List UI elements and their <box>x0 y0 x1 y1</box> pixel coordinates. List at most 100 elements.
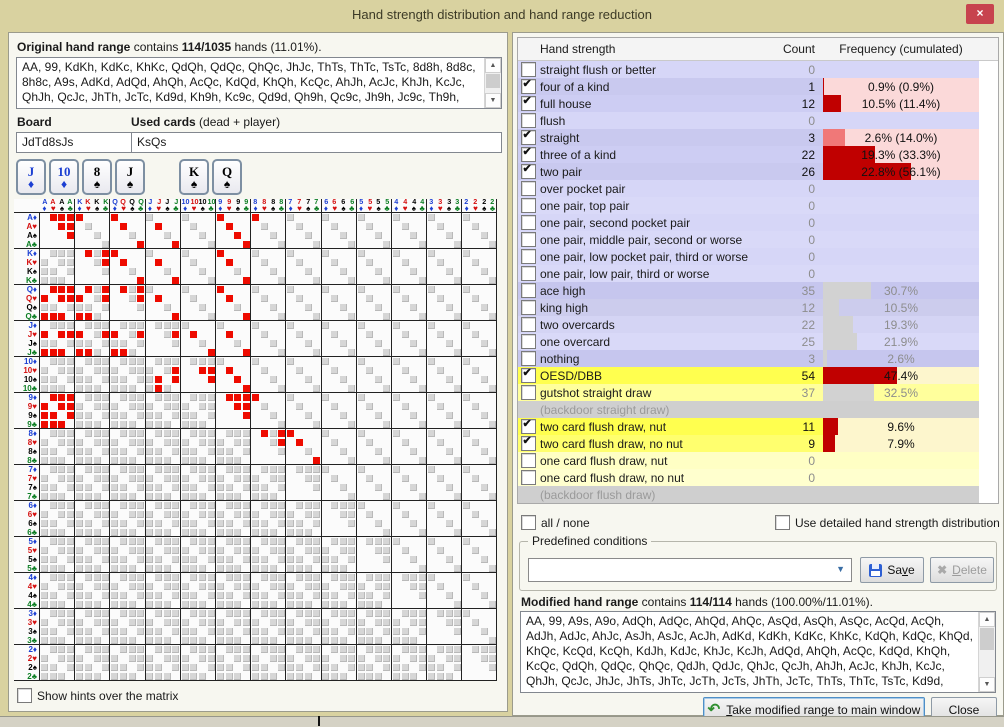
matrix-cell[interactable] <box>101 393 111 402</box>
matrix-cell[interactable] <box>269 618 278 627</box>
matrix-cell[interactable] <box>479 672 489 681</box>
matrix-cell[interactable] <box>234 483 243 492</box>
matrix-cell[interactable] <box>303 672 313 681</box>
matrix-cell[interactable] <box>427 645 436 654</box>
matrix-cell[interactable] <box>392 366 401 375</box>
matrix-cell[interactable] <box>93 231 102 240</box>
matrix-cell[interactable] <box>445 537 454 546</box>
matrix-cell[interactable] <box>418 303 428 312</box>
matrix-cell[interactable] <box>383 447 392 456</box>
matrix-cell[interactable] <box>40 420 49 429</box>
matrix-cell[interactable] <box>392 357 401 366</box>
matrix-cell[interactable] <box>40 402 49 411</box>
matrix-cell[interactable] <box>215 636 225 645</box>
matrix-cell[interactable] <box>163 213 172 222</box>
matrix-cell[interactable] <box>374 447 383 456</box>
matrix-cell[interactable] <box>313 294 322 303</box>
matrix-cell[interactable] <box>418 249 428 258</box>
matrix-cell[interactable] <box>234 267 243 276</box>
matrix-cell[interactable] <box>339 645 348 654</box>
matrix-cell[interactable] <box>374 609 383 618</box>
matrix-cell[interactable] <box>462 573 471 582</box>
matrix-cell[interactable] <box>392 447 401 456</box>
matrix-cell[interactable] <box>127 348 137 357</box>
matrix-cell[interactable] <box>418 447 428 456</box>
matrix-cell[interactable] <box>286 492 296 501</box>
matrix-cell[interactable] <box>268 240 278 249</box>
matrix-cell[interactable] <box>392 627 401 636</box>
matrix-cell[interactable] <box>84 447 93 456</box>
matrix-cell[interactable] <box>225 267 234 276</box>
matrix-cell[interactable] <box>269 231 278 240</box>
matrix-cell[interactable] <box>347 240 357 249</box>
matrix-cell[interactable] <box>119 492 128 501</box>
matrix-cell[interactable] <box>409 672 419 681</box>
matrix-cell[interactable] <box>75 348 84 357</box>
matrix-cell[interactable] <box>93 483 102 492</box>
matrix-cell[interactable] <box>480 411 489 420</box>
matrix-cell[interactable] <box>207 546 216 555</box>
matrix-cell[interactable] <box>119 384 128 393</box>
matrix-cell[interactable] <box>418 429 428 438</box>
matrix-cell[interactable] <box>198 645 207 654</box>
matrix-cell[interactable] <box>374 474 383 483</box>
matrix-cell[interactable] <box>383 492 392 501</box>
matrix-cell[interactable] <box>110 330 119 339</box>
matrix-cell[interactable] <box>427 447 436 456</box>
matrix-cell[interactable] <box>128 618 137 627</box>
matrix-cell[interactable] <box>119 240 128 249</box>
matrix-cell[interactable] <box>277 645 287 654</box>
matrix-cell[interactable] <box>242 330 252 339</box>
matrix-cell[interactable] <box>330 213 339 222</box>
matrix-cell[interactable] <box>392 474 401 483</box>
matrix-cell[interactable] <box>49 519 58 528</box>
matrix-cell[interactable] <box>471 402 480 411</box>
matrix-cell[interactable] <box>101 609 111 618</box>
matrix-cell[interactable] <box>58 429 67 438</box>
matrix-cell[interactable] <box>119 357 128 366</box>
matrix-cell[interactable] <box>128 654 137 663</box>
matrix-cell[interactable] <box>383 294 392 303</box>
row-checkbox[interactable] <box>520 317 536 332</box>
matrix-cell[interactable] <box>409 258 418 267</box>
matrix-cell[interactable] <box>348 591 357 600</box>
matrix-cell[interactable] <box>409 348 419 357</box>
matrix-cell[interactable] <box>154 501 163 510</box>
matrix-cell[interactable] <box>128 582 137 591</box>
matrix-cell[interactable] <box>172 222 181 231</box>
show-hints-checkbox[interactable] <box>17 688 32 703</box>
matrix-cell[interactable] <box>409 663 418 672</box>
matrix-cell[interactable] <box>269 591 278 600</box>
matrix-cell[interactable] <box>471 591 480 600</box>
matrix-cell[interactable] <box>392 537 401 546</box>
matrix-cell[interactable] <box>207 510 216 519</box>
matrix-cell[interactable] <box>181 474 190 483</box>
matrix-cell[interactable] <box>304 663 313 672</box>
matrix-cell[interactable] <box>198 330 207 339</box>
matrix-cell[interactable] <box>339 672 348 681</box>
matrix-cell[interactable] <box>93 213 102 222</box>
matrix-cell[interactable] <box>75 636 84 645</box>
matrix-cell[interactable] <box>444 528 454 537</box>
matrix-cell[interactable] <box>260 573 269 582</box>
matrix-cell[interactable] <box>84 402 93 411</box>
matrix-cell[interactable] <box>84 501 93 510</box>
matrix-cell[interactable] <box>181 330 190 339</box>
matrix-cell[interactable] <box>66 645 76 654</box>
matrix-cell[interactable] <box>330 240 340 249</box>
matrix-cell[interactable] <box>278 213 287 222</box>
matrix-cell[interactable] <box>303 384 313 393</box>
matrix-cell[interactable] <box>119 303 128 312</box>
matrix-cell[interactable] <box>357 519 366 528</box>
matrix-cell[interactable] <box>322 501 331 510</box>
matrix-cell[interactable] <box>93 546 102 555</box>
matrix-cell[interactable] <box>339 222 348 231</box>
matrix-cell[interactable] <box>260 465 269 474</box>
matrix-cell[interactable] <box>66 483 76 492</box>
matrix-cell[interactable] <box>392 573 401 582</box>
matrix-cell[interactable] <box>84 582 93 591</box>
matrix-cell[interactable] <box>409 519 418 528</box>
matrix-cell[interactable] <box>128 294 137 303</box>
matrix-cell[interactable] <box>453 510 463 519</box>
matrix-cell[interactable] <box>93 510 102 519</box>
